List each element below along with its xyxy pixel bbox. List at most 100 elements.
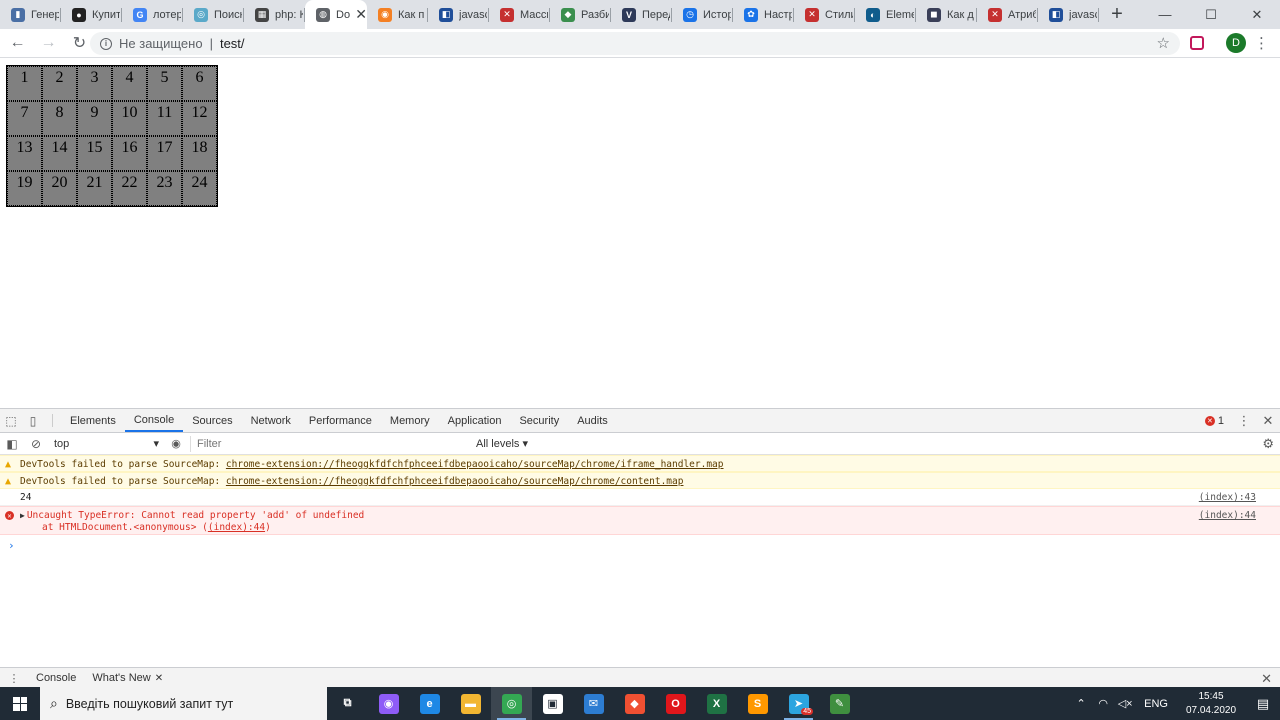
browser-tab[interactable]: ▦ php: К bbox=[244, 0, 305, 29]
inspect-element-icon[interactable]: ⬚ bbox=[0, 409, 22, 432]
volume-icon[interactable]: ◁× bbox=[1114, 697, 1136, 710]
source-link[interactable]: (index):43 bbox=[1199, 492, 1256, 504]
notification-center-icon[interactable]: ▤ bbox=[1246, 696, 1280, 712]
browser-tab[interactable]: ◼ Как д bbox=[916, 0, 977, 29]
devtools-tab-network[interactable]: Network bbox=[242, 409, 300, 432]
browser-menu-icon[interactable]: ⋮ bbox=[1254, 34, 1269, 52]
browser-tab[interactable]: ◍ Do ✕ bbox=[305, 0, 367, 29]
url-text[interactable]: test/ bbox=[220, 36, 245, 51]
browser-tab[interactable]: ◷ Истор bbox=[672, 0, 733, 29]
tray-chevron-up-icon[interactable]: ⌃ bbox=[1070, 697, 1092, 710]
live-expression-eye-icon[interactable]: ◉ bbox=[162, 437, 190, 450]
device-toolbar-icon[interactable]: ▯ bbox=[22, 409, 44, 432]
drawer-tab-close-icon[interactable]: ✕ bbox=[155, 673, 163, 684]
maximize-button[interactable]: ☐ bbox=[1188, 0, 1234, 29]
taskbar-app-assistant[interactable]: ◉ bbox=[368, 687, 409, 720]
taskbar-search[interactable]: ⌕ Введіть пошуковий запит тут bbox=[40, 687, 327, 720]
security-status[interactable]: Не защищено bbox=[119, 36, 203, 51]
stack-link[interactable]: (index):44 bbox=[208, 522, 265, 533]
browser-tab[interactable]: ◆ Разби bbox=[550, 0, 611, 29]
source-link[interactable]: (index):44 bbox=[1199, 510, 1256, 522]
sourcemap-link[interactable]: chrome-extension://fheoggkfdfchfphceeifd… bbox=[226, 476, 684, 487]
error-counter[interactable]: ✕ 1 bbox=[1204, 415, 1224, 427]
address-bar[interactable]: i Не защищено | test/ ☆ bbox=[90, 32, 1180, 55]
forward-button[interactable]: → bbox=[35, 30, 62, 57]
taskbar-app-chrome[interactable]: ◎ bbox=[491, 687, 532, 720]
browser-tab[interactable]: ◐ Eleme bbox=[855, 0, 916, 29]
drawer-tab-console[interactable]: Console bbox=[28, 672, 84, 684]
stack-frame: at HTMLDocument.<anonymous> ( bbox=[42, 522, 208, 533]
devtools-close-icon[interactable]: ✕ bbox=[1256, 413, 1280, 429]
devtools-menu-icon[interactable]: ⋮ bbox=[1232, 413, 1256, 429]
back-button[interactable]: ← bbox=[4, 30, 31, 57]
taskbar-app-sublime[interactable]: S bbox=[737, 687, 778, 720]
taskbar-app-edge[interactable]: e bbox=[409, 687, 450, 720]
start-button[interactable] bbox=[0, 687, 40, 720]
browser-tab[interactable]: ✕ Стили bbox=[794, 0, 855, 29]
grid-cell: 19 bbox=[7, 171, 42, 206]
browser-tab[interactable]: ◉ Как п bbox=[367, 0, 428, 29]
devtools-tab-console[interactable]: Console bbox=[124, 409, 184, 432]
info-icon[interactable]: i bbox=[100, 37, 112, 50]
minimize-button[interactable]: — bbox=[1142, 0, 1188, 29]
devtools-tab-sources[interactable]: Sources bbox=[183, 409, 241, 432]
taskbar-app-git[interactable]: ◆ bbox=[614, 687, 655, 720]
drawer-menu-icon[interactable]: ⋮ bbox=[0, 672, 28, 685]
browser-tab[interactable]: ✕ Атриб bbox=[977, 0, 1038, 29]
browser-tab[interactable]: V Перед bbox=[611, 0, 672, 29]
clear-console-icon[interactable]: ⊘ bbox=[24, 437, 48, 451]
bookmark-star-icon[interactable]: ☆ bbox=[1157, 34, 1170, 52]
expand-triangle-icon[interactable]: ▶ bbox=[20, 511, 25, 520]
console-settings-gear-icon[interactable]: ⚙ bbox=[1262, 436, 1274, 452]
assistant-icon: ◉ bbox=[378, 693, 399, 714]
drawer-tab-whats-new[interactable]: What's New ✕ bbox=[84, 672, 171, 684]
browser-tab[interactable]: ◧ javasc bbox=[1038, 0, 1099, 29]
reload-button[interactable]: ↻ bbox=[66, 30, 93, 57]
input-language[interactable]: ENG bbox=[1136, 698, 1176, 710]
devtools-tab-memory[interactable]: Memory bbox=[381, 409, 439, 432]
windows-logo-icon bbox=[13, 696, 27, 711]
taskbar-app-store[interactable]: ▣ bbox=[532, 687, 573, 720]
search-icon: ⌕ bbox=[50, 695, 58, 711]
log-levels-dropdown[interactable]: All levels ▾ bbox=[476, 437, 528, 450]
wifi-icon[interactable]: ◠ bbox=[1092, 697, 1114, 710]
taskbar-app-opera[interactable]: O bbox=[655, 687, 696, 720]
browser-tab[interactable]: ✕ Масси bbox=[489, 0, 550, 29]
opera-icon: O bbox=[665, 693, 686, 714]
new-tab-button[interactable]: + bbox=[1099, 0, 1135, 29]
sidebar-toggle-icon[interactable]: ◧ bbox=[0, 437, 24, 451]
unread-badge: 45 bbox=[801, 708, 813, 715]
console-prompt[interactable]: › bbox=[0, 535, 1280, 552]
context-selector[interactable]: top ▾ bbox=[50, 435, 162, 453]
grid-cell: 10 bbox=[112, 101, 147, 136]
taskbar-app-mail[interactable]: ✉ bbox=[573, 687, 614, 720]
taskbar-app-task-view[interactable]: ⧉ bbox=[327, 687, 368, 720]
sourcemap-link[interactable]: chrome-extension://fheoggkfdfchfphceeifd… bbox=[226, 459, 724, 470]
taskbar-app-excel[interactable]: X bbox=[696, 687, 737, 720]
console-filter-input[interactable] bbox=[190, 435, 470, 452]
browser-tab[interactable]: Gлотер bbox=[122, 0, 183, 29]
taskbar-app-explorer[interactable]: ▬ bbox=[450, 687, 491, 720]
devtools-tab-performance[interactable]: Performance bbox=[300, 409, 381, 432]
browser-tab[interactable]: ▮ Генер bbox=[0, 0, 61, 29]
close-window-button[interactable]: ✕ bbox=[1234, 0, 1280, 29]
tab-title: Масси bbox=[520, 8, 548, 21]
tab-favicon-icon: ◧ bbox=[1049, 7, 1063, 22]
devtools-tab-elements[interactable]: Elements bbox=[61, 409, 125, 432]
drawer-close-icon[interactable]: ✕ bbox=[1261, 671, 1272, 687]
devtools-tab-application[interactable]: Application bbox=[439, 409, 511, 432]
tab-close-icon[interactable]: ✕ bbox=[355, 6, 367, 23]
extension-icon[interactable] bbox=[1190, 36, 1204, 50]
profile-avatar[interactable]: D bbox=[1226, 33, 1246, 53]
browser-tab[interactable]: ✿ Настр bbox=[733, 0, 794, 29]
browser-tab[interactable]: ◎ Поиск bbox=[183, 0, 244, 29]
clock[interactable]: 15:45 07.04.2020 bbox=[1176, 690, 1246, 718]
tab-title: javasc bbox=[459, 8, 487, 21]
error-icon: ✕ bbox=[5, 511, 14, 520]
taskbar-app-telegram[interactable]: ➤ 45 bbox=[778, 687, 819, 720]
browser-tab[interactable]: ◧ javasc bbox=[428, 0, 489, 29]
taskbar-app-notepad[interactable]: ✎ bbox=[819, 687, 860, 720]
devtools-tab-security[interactable]: Security bbox=[510, 409, 568, 432]
browser-tab[interactable]: ● Купит bbox=[61, 0, 122, 29]
devtools-tab-audits[interactable]: Audits bbox=[568, 409, 617, 432]
